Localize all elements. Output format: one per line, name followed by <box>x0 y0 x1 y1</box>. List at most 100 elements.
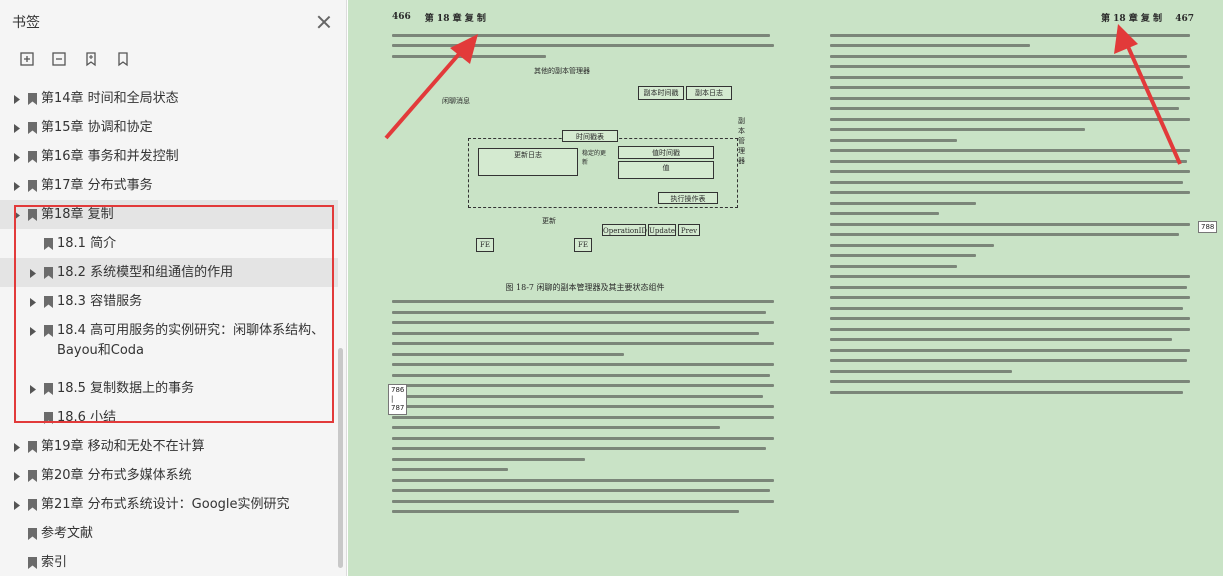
toc-item[interactable]: 第17章 分布式事务 <box>0 171 338 200</box>
chevron-right-icon[interactable] <box>12 205 22 225</box>
toc-item-label: 18.5 复制数据上的事务 <box>57 381 195 396</box>
left-page-header: 466 第 18 章 复 制 <box>392 8 778 26</box>
fig-timestamp-table: 时间戳表 <box>562 129 618 142</box>
document-viewer[interactable]: 466 第 18 章 复 制 其他的副本管理器 闲聊消息 副本时间戳 副本日志 … <box>348 0 1223 576</box>
fig-replica-ts: 副本时间戳 <box>638 85 684 100</box>
fig-value: 值 <box>618 160 714 179</box>
sidebar-title: 书签 <box>12 15 40 31</box>
bookmark-icon <box>26 437 38 457</box>
chevron-right-icon[interactable] <box>28 321 38 341</box>
toc-list: 第14章 时间和全局状态 第15章 协调和协定第16章 事务和并发控制 第17章 分… <box>0 84 338 576</box>
fig-label-rm: 副本管理器 <box>738 116 745 165</box>
toc-item[interactable]: 第20章 分布式多媒体系统 <box>0 461 338 490</box>
close-icon[interactable] <box>316 14 332 30</box>
bookmark-icon <box>26 147 38 167</box>
bookmark-icon <box>26 524 38 544</box>
toc-item[interactable]: 18.5 复制数据上的事务 <box>0 374 338 403</box>
right-page: 第 18 章 复 制 467 <box>808 0 1216 576</box>
bookmark-icon[interactable] <box>114 50 132 68</box>
toc-item[interactable]: 第15章 协调和协定 <box>0 113 338 142</box>
toc-item[interactable]: 参考文献 <box>0 519 338 548</box>
toc-item-label: 18.4 高可用服务的实例研究：闲聊体系结构、Bayou和Coda <box>57 323 325 358</box>
fig-update: Update <box>648 223 676 236</box>
chevron-right-icon <box>28 234 38 254</box>
toc-item-label: 18.2 系统模型和组通信的作用 <box>57 265 234 280</box>
chevron-right-icon[interactable] <box>12 176 22 196</box>
toc-item-label: 18.6 小结 <box>57 410 117 425</box>
sidebar-toolbar <box>0 44 346 74</box>
toc-item-label: 第19章 移动和无处不在计算 <box>41 439 205 454</box>
collapse-all-icon[interactable] <box>50 50 68 68</box>
toc-item[interactable]: 第14章 时间和全局状态 <box>0 84 338 113</box>
toc-item[interactable]: 第19章 移动和无处不在计算 <box>0 432 338 461</box>
left-margin-number: 786 | 787 <box>388 384 408 415</box>
bookmark-icon <box>42 408 54 428</box>
fig-op-id: OperationID <box>602 223 647 236</box>
toc-item-label: 第16章 事务和并发控制 <box>41 149 179 164</box>
add-bookmark-icon[interactable] <box>82 50 100 68</box>
chevron-right-icon[interactable] <box>28 292 38 312</box>
bookmark-sidebar: 书签 第14章 时间和全局状态 第15章 协调和协定第16章 事务和并发控制 第17… <box>0 0 347 576</box>
toc-item[interactable]: 索引 <box>0 548 338 576</box>
chevron-right-icon[interactable] <box>12 495 22 515</box>
fig-prev: Prev <box>678 223 700 236</box>
toc-item[interactable]: 第21章 分布式系统设计：Google实例研究 <box>0 490 338 519</box>
fig-label-other-rm: 其他的副本管理器 <box>534 66 590 75</box>
chevron-right-icon <box>12 524 22 544</box>
bookmark-icon <box>42 379 54 399</box>
toc-item[interactable]: 18.2 系统模型和组通信的作用 <box>0 258 338 287</box>
toc-item[interactable]: 18.6 小结 <box>0 403 338 432</box>
bookmark-icon <box>26 118 38 138</box>
toc-item-label: 18.3 容错服务 <box>57 294 143 309</box>
fig-label-stable-update: 稳定的更新 <box>582 149 607 166</box>
figure-caption: 图 18-7 闲聊的副本管理器及其主要状态组件 <box>505 282 665 292</box>
toc-item-label: 参考文献 <box>41 526 94 541</box>
chevron-right-icon[interactable] <box>12 437 22 457</box>
toc-item[interactable]: 18.1 简介 <box>0 229 338 258</box>
chevron-right-icon <box>28 408 38 428</box>
expand-all-icon[interactable] <box>18 50 36 68</box>
toc-item[interactable]: 18.3 容错服务 <box>0 287 338 316</box>
chevron-right-icon[interactable] <box>12 466 22 486</box>
bookmark-icon <box>26 176 38 196</box>
chevron-right-icon[interactable] <box>12 118 22 138</box>
bookmark-icon <box>26 89 38 109</box>
toc-item[interactable]: 18.4 高可用服务的实例研究：闲聊体系结构、Bayou和Coda <box>0 316 338 374</box>
toc-item-label: 18.1 简介 <box>57 236 117 251</box>
left-page: 466 第 18 章 复 制 其他的副本管理器 闲聊消息 副本时间戳 副本日志 … <box>370 0 800 576</box>
toc-item-label: 第14章 时间和全局状态 <box>41 91 179 106</box>
right-page-header: 第 18 章 复 制 467 <box>830 8 1194 26</box>
right-margin-number: 788 <box>1198 221 1218 233</box>
toc-item-label: 第21章 分布式系统设计：Google实例研究 <box>41 497 290 512</box>
bookmark-icon <box>42 292 54 312</box>
sidebar-header: 书签 <box>0 0 346 44</box>
chevron-right-icon[interactable] <box>28 379 38 399</box>
bookmark-icon <box>26 553 38 573</box>
chevron-right-icon[interactable] <box>12 89 22 109</box>
fig-fe-1: FE <box>476 237 494 252</box>
bookmark-icon <box>42 321 54 341</box>
bookmark-icon <box>26 466 38 486</box>
fig-label-gossip: 闲聊消息 <box>442 96 470 105</box>
figure-18-7: 其他的副本管理器 闲聊消息 副本时间戳 副本日志 副本管理器 时间戳表 更新日志… <box>442 66 748 276</box>
toc-item[interactable]: 第16章 事务和并发控制 <box>0 142 338 171</box>
fig-replica-log: 副本日志 <box>686 85 732 100</box>
fig-executed-ops: 执行操作表 <box>658 191 718 204</box>
fig-label-updates: 更新 <box>542 216 556 225</box>
chevron-right-icon <box>12 553 22 573</box>
sidebar-scrollbar[interactable] <box>338 348 343 568</box>
chevron-right-icon[interactable] <box>28 263 38 283</box>
toc-item-label: 第15章 协调和协定 <box>41 120 153 135</box>
toc-item[interactable]: 第18章 复制 <box>0 200 338 229</box>
bookmark-icon <box>42 234 54 254</box>
left-page-number: 466 <box>392 12 411 22</box>
bookmark-icon <box>42 263 54 283</box>
right-page-number: 467 <box>1175 13 1194 24</box>
toc-item-label: 第17章 分布式事务 <box>41 178 153 193</box>
chevron-right-icon[interactable] <box>12 147 22 167</box>
toc-item-label: 第18章 复制 <box>41 207 114 222</box>
fig-value-ts: 值时间戳 <box>618 145 714 159</box>
toc-item-label: 第20章 分布式多媒体系统 <box>41 468 192 483</box>
left-page-chapter: 第 18 章 复 制 <box>424 13 486 24</box>
right-page-chapter: 第 18 章 复 制 <box>1101 13 1163 24</box>
